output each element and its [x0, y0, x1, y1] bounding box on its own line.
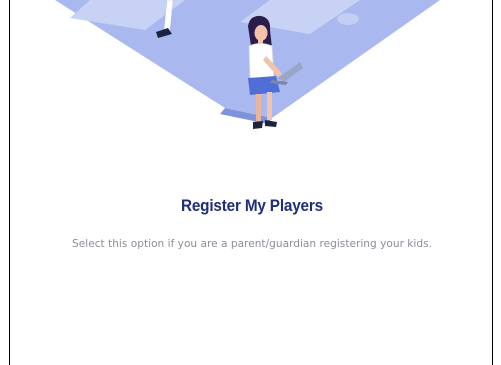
- field-spot: [337, 13, 359, 25]
- register-my-players-title[interactable]: Register My Players: [34, 196, 470, 216]
- illustration-svg: [55, 0, 440, 129]
- option-description: Select this option if you are a parent/g…: [72, 238, 432, 250]
- register-players-option-card[interactable]: Register My Players Select this option i…: [9, 0, 493, 365]
- family-field-illustration: [10, 0, 494, 145]
